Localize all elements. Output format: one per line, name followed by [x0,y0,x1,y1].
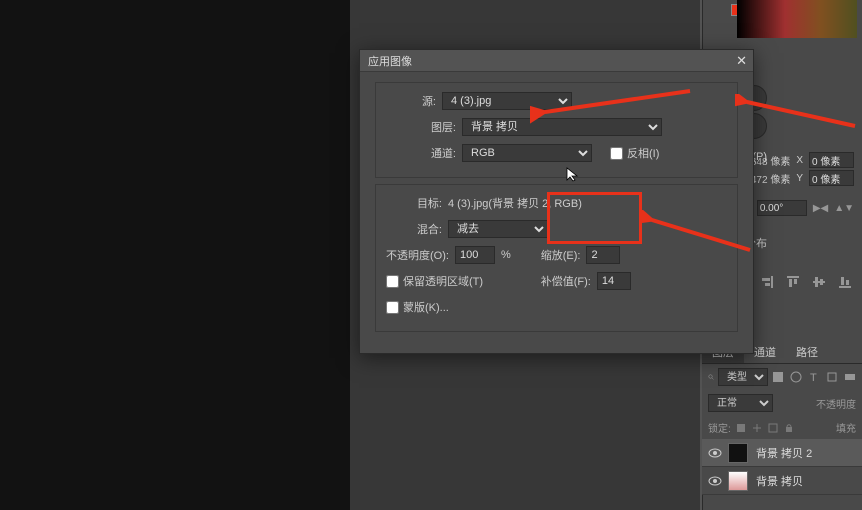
y-offset-input[interactable] [809,170,854,186]
lock-label: 锁定: [708,420,731,435]
tab-paths[interactable]: 路径 [786,340,828,363]
filter-shape-icon[interactable] [826,371,838,383]
align-right-icon[interactable] [760,275,774,289]
blend-mode-select[interactable]: 正常 [708,394,773,412]
scale-input[interactable] [586,246,620,264]
layer-row-1[interactable]: 背景 拷贝 [702,467,862,495]
scale-label: 缩放(E): [541,247,581,263]
fill-label: 填充 [836,420,856,435]
flip-v-icon[interactable]: ▲▼ [834,203,854,214]
source-section: 源: 4 (3).jpg 图层: 背景 拷贝 通道: RGB 反相(I) [375,82,738,178]
dialog-titlebar[interactable]: 应用图像 ✕ [360,50,753,72]
blend-section: 目标: 4 (3).jpg(背景 拷贝 2, RGB) 混合: 减去 不透明度(… [375,184,738,332]
flip-h-icon[interactable]: ▶◀ [813,203,828,214]
layer-thumbnail[interactable] [728,471,748,491]
layer-name[interactable]: 背景 拷贝 2 [756,445,812,461]
preserve-label: 保留透明区域(T) [403,273,483,289]
filter-pixel-icon[interactable] [772,371,784,383]
align-bottom-icon[interactable] [838,275,852,289]
layer-row-0[interactable]: 背景 拷贝 2 [702,439,862,467]
opacity-input[interactable] [455,246,495,264]
layers-blend-row: 正常 不透明度 [702,390,862,416]
layers-lock-row: 锁定: 填充 [702,416,862,439]
mask-checkbox[interactable] [386,301,399,314]
lock-position-icon[interactable] [751,422,763,434]
visibility-eye-icon[interactable] [708,474,722,488]
layer-thumbnail[interactable] [728,443,748,463]
gradient-preview [737,0,857,38]
opacity-label: 不透明度 [816,396,856,411]
mask-label: 蒙版(K)... [403,299,449,315]
target-label: 目标: [386,195,442,211]
blend-select[interactable]: 减去 [448,220,548,238]
svg-text:T: T [810,372,817,383]
source-select[interactable]: 4 (3).jpg [442,92,572,110]
lock-all-icon[interactable] [783,422,795,434]
target-value: 4 (3).jpg(背景 拷贝 2, RGB) [448,195,582,211]
opacity-unit: % [501,249,511,261]
layer-select[interactable]: 背景 拷贝 [462,118,662,136]
lock-pixels-icon[interactable] [735,422,747,434]
layer-name[interactable]: 背景 拷贝 [756,473,803,489]
y-label: Y [796,173,803,184]
dialog-title-text: 应用图像 [368,53,412,69]
offset-input[interactable] [597,272,631,290]
layer-label: 图层: [386,119,456,135]
filter-type-icon[interactable]: T [808,371,820,383]
align-top-icon[interactable] [786,275,800,289]
invert-checkbox[interactable] [610,147,623,160]
layers-panel: 图层 通道 路径 类型 T 正常 不透明度 锁定: 填充 [702,340,862,495]
visibility-eye-icon[interactable] [708,446,722,460]
rotation-input[interactable] [757,200,807,216]
offset-label: 补偿值(F): [541,273,591,289]
filter-type-select[interactable]: 类型 [718,368,768,386]
opacity-label: 不透明度(O): [386,247,449,263]
layers-filter-row: 类型 T [702,364,862,390]
source-label: 源: [386,93,436,109]
channel-select[interactable]: RGB [462,144,592,162]
canvas-dark-region [0,0,350,510]
apply-image-dialog: 应用图像 ✕ 源: 4 (3).jpg 图层: 背景 拷贝 通道: RGB 反相… [359,49,754,354]
channel-label: 通道: [386,145,456,161]
rotation-row: ▶◀ ▲▼ [757,200,854,216]
close-icon[interactable]: ✕ [736,53,747,69]
dimensions-height-row: 5472 像素 Y [745,170,854,186]
search-icon[interactable] [708,371,714,383]
align-center-v-icon[interactable] [812,275,826,289]
filter-smart-icon[interactable] [844,371,856,383]
preserve-checkbox[interactable] [386,275,399,288]
filter-adjust-icon[interactable] [790,371,802,383]
dialog-body: 源: 4 (3).jpg 图层: 背景 拷贝 通道: RGB 反相(I) 目标:… [360,72,753,353]
x-label: X [796,155,803,166]
invert-label: 反相(I) [627,145,659,161]
blend-label: 混合: [386,221,442,237]
x-offset-input[interactable] [809,152,854,168]
lock-artboard-icon[interactable] [767,422,779,434]
